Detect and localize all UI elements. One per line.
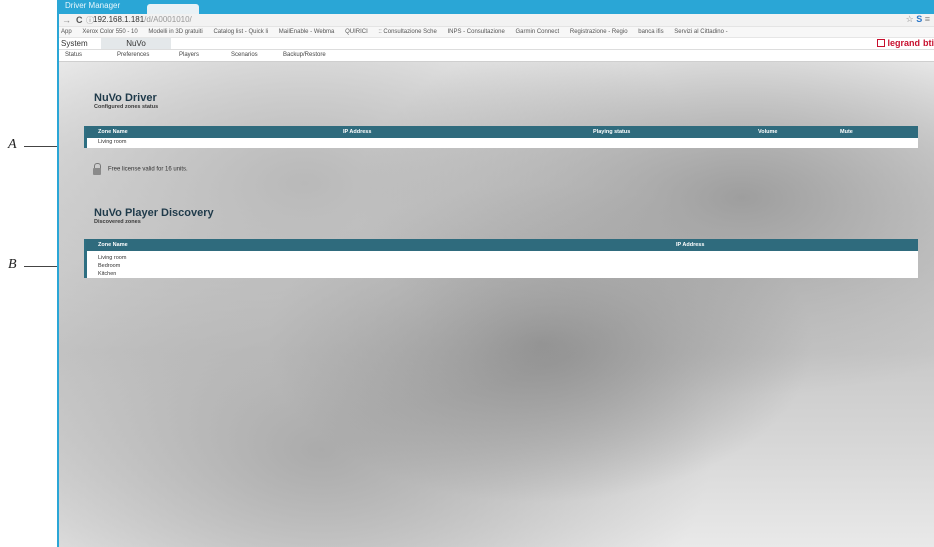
bookmark-item[interactable]: MailEnable - Webma — [279, 27, 335, 37]
discovery-title: NuVo Player Discovery — [94, 207, 214, 219]
callout-a-line — [24, 146, 58, 147]
reload-icon[interactable]: C — [76, 15, 83, 25]
system-menu[interactable]: System — [61, 39, 88, 48]
legrand-logo-icon — [877, 39, 886, 47]
bookmark-item[interactable]: :: Consultazione Sche — [378, 27, 436, 37]
driver-title: NuVo Driver — [94, 92, 157, 104]
discovery-subtitle: Discovered zones — [94, 219, 141, 225]
discovered-zones-table: Zone Name IP Address Living room Bedroom… — [84, 239, 918, 278]
bookmark-item[interactable]: Catalog list - Quick li — [213, 27, 268, 37]
table-row[interactable]: Bedroom — [86, 262, 918, 270]
table-row[interactable]: Living room — [86, 138, 918, 148]
browser-window: Driver Manager → C ⓘ 192.168.1.181/d/A00… — [57, 0, 934, 547]
extension-icon[interactable]: S — [916, 14, 922, 24]
callout-b-label: B — [8, 257, 17, 272]
zone-name-cell: Bedroom — [98, 263, 121, 269]
url-path: /d/A0001010/ — [144, 15, 192, 24]
callout-b-line — [24, 266, 58, 267]
col-ip-address: IP Address — [676, 242, 705, 248]
title-bar: Driver Manager — [59, 0, 934, 14]
url-host: 192.168.1.181 — [93, 15, 145, 24]
col-ip-address: IP Address — [343, 129, 372, 135]
zone-name-cell: Kitchen — [98, 271, 117, 277]
license-text: Free license valid for 16 units. — [108, 166, 188, 173]
callout-a-label: A — [8, 137, 17, 152]
brand-name: legrand — [887, 38, 920, 48]
bookmark-item[interactable]: App — [61, 27, 72, 37]
submenu-status[interactable]: Status — [65, 52, 82, 58]
app-top-menu: System NuVo legrand bti — [59, 38, 934, 50]
zone-name-cell: Living room — [98, 139, 127, 145]
col-zone-name: Zone Name — [98, 129, 128, 135]
bookmarks-bar: App Xerox Color 550 - 10 Modelli in 3D g… — [59, 27, 934, 38]
col-volume: Volume — [758, 129, 778, 135]
window-title: Driver Manager — [65, 1, 121, 10]
forward-icon[interactable]: → — [62, 15, 71, 25]
bookmark-item[interactable]: Modelli in 3D gratuiti — [148, 27, 202, 37]
address-bar: → C ⓘ 192.168.1.181/d/A0001010/ ☆ S ≡ — [59, 14, 934, 27]
zone-name-cell: Living room — [98, 255, 127, 261]
brand-logo: legrand bti — [877, 38, 934, 48]
table-row[interactable]: Kitchen — [86, 270, 918, 278]
driver-subtitle: Configured zones status — [94, 104, 159, 110]
table-row[interactable]: Living room — [86, 254, 918, 262]
col-mute: Mute — [840, 129, 853, 135]
browser-tab[interactable] — [147, 4, 199, 14]
callout-b: B — [0, 257, 58, 274]
submenu-preferences[interactable]: Preferences — [117, 52, 149, 58]
bookmark-item[interactable]: QUIRICI — [345, 27, 368, 37]
star-icon[interactable]: ☆ — [906, 14, 914, 24]
bookmark-item[interactable]: Xerox Color 550 - 10 — [82, 27, 137, 37]
table-header: Zone Name IP Address Playing status Volu… — [86, 126, 918, 138]
col-playing-status: Playing status — [593, 129, 631, 135]
bookmark-item[interactable]: banca ifis — [638, 27, 663, 37]
submenu-backup-restore[interactable]: Backup/Restore — [283, 52, 326, 58]
lock-icon — [92, 163, 103, 175]
driver-zones-table: Zone Name IP Address Playing status Volu… — [84, 126, 918, 148]
col-zone-name: Zone Name — [98, 242, 128, 248]
callout-a: A — [0, 137, 58, 154]
submenu-players[interactable]: Players — [179, 52, 199, 58]
toolbar-icons: ☆ S ≡ — [906, 14, 930, 25]
main-content: NuVo Driver Configured zones status Zone… — [59, 62, 934, 547]
bookmark-item[interactable]: Registrazione - Regio — [570, 27, 628, 37]
tab-nuvo[interactable]: NuVo — [101, 38, 171, 49]
url-field[interactable]: 192.168.1.181/d/A0001010/ — [93, 15, 192, 24]
table-header: Zone Name IP Address — [86, 239, 918, 251]
brand-name-2: bti — [923, 38, 934, 48]
bookmark-item[interactable]: INPS - Consultazione — [447, 27, 504, 37]
license-info: Free license valid for 16 units. — [92, 163, 188, 175]
sub-menu: Status Preferences Players Scenarios Bac… — [59, 50, 934, 62]
submenu-scenarios[interactable]: Scenarios — [231, 52, 258, 58]
bookmark-item[interactable]: Servizi al Cittadino - — [674, 27, 727, 37]
bookmark-item[interactable]: Garmin Connect — [516, 27, 560, 37]
menu-icon[interactable]: ≡ — [925, 14, 930, 24]
